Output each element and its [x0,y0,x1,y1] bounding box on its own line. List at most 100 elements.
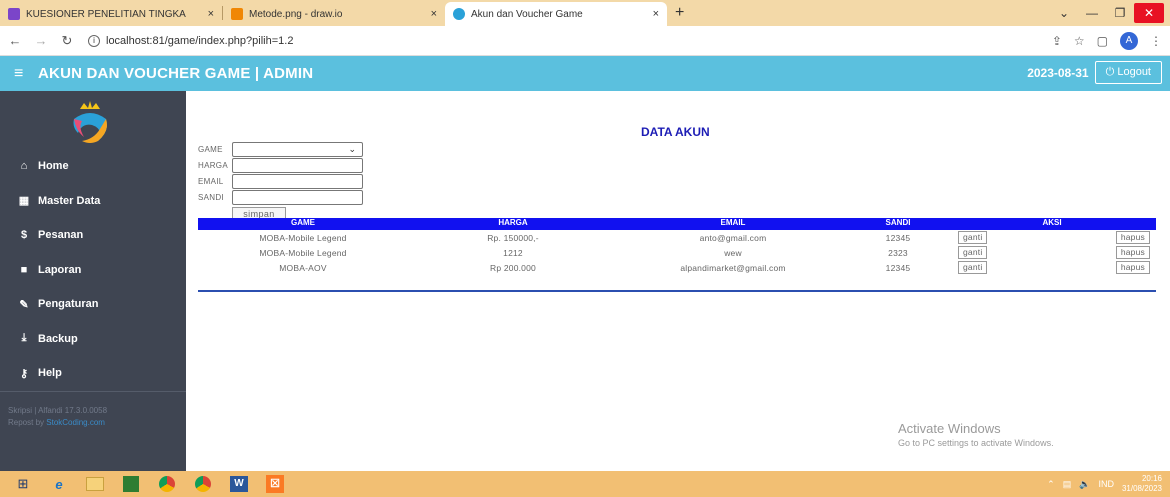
sidebar-item-label: Pengaturan [38,298,99,311]
xampp-icon[interactable]: ☒ [262,473,288,495]
language-indicator[interactable]: IND [1098,479,1114,489]
table-row: MOBA-Mobile Legend Rp. 150000,- anto@gma… [198,230,1156,245]
tab-title: Akun dan Voucher Game [471,8,583,20]
game-label: GAME [198,144,223,154]
new-tab-button[interactable]: + [675,2,684,26]
wrench-icon: ✎ [19,298,29,311]
sidebar-item-home[interactable]: ⌂ Home [0,149,186,184]
harga-input[interactable] [232,157,363,173]
sidebar-item-label: Backup [38,332,78,345]
key-icon: ⚷ [19,367,29,380]
cell-game: MOBA-AOV [279,262,327,273]
sidebar-item-pengaturan[interactable]: ✎ Pengaturan [0,287,186,322]
network-icon[interactable]: ▤ [1063,479,1072,490]
cell-harga: Rp 200.000 [490,262,536,273]
akun-form: GAME ⌄ HARGA EMAIL SANDI simpan [198,141,363,222]
ganti-button[interactable]: ganti [958,246,988,259]
chevron-down-icon: ⌄ [348,143,356,154]
hapus-button[interactable]: hapus [1115,261,1150,274]
reload-icon[interactable]: ↻ [56,33,78,49]
sidebar-divider [0,391,186,392]
taskbar: ⊞ e W ☒ ⌃ ▤ 🔈 IND 20:16 31/08/2023 [0,471,1170,497]
close-tab-icon[interactable]: × [653,8,659,20]
file-explorer-icon[interactable] [82,473,108,495]
ganti-button[interactable]: ganti [958,231,988,244]
sidebar: ⌂ Home ▦ Master Data $ Pesanan ■ Laporan… [0,91,186,471]
sidebar-item-pesanan[interactable]: $ Pesanan [0,218,186,253]
profile-avatar[interactable]: A [1120,32,1138,50]
tab-drawio[interactable]: Metode.png - draw.io × [223,2,445,26]
clock[interactable]: 20:16 31/08/2023 [1122,474,1162,494]
cell-email: alpandimarket@gmail.com [680,262,786,273]
app-header: ≡ AKUN DAN VOUCHER GAME | ADMIN 2023-08-… [0,56,1170,91]
sidepanel-icon[interactable]: ▢ [1097,34,1108,48]
email-input[interactable] [232,173,363,189]
tab-title: Metode.png - draw.io [249,8,343,20]
sandi-input[interactable] [232,189,363,205]
hapus-button[interactable]: hapus [1115,246,1150,259]
address-bar: ← → ↻ i localhost:81/game/index.php?pili… [0,26,1170,56]
url-field[interactable]: i localhost:81/game/index.php?pilih=1.2 [88,34,294,47]
close-tab-icon[interactable]: × [431,8,437,20]
sidebar-item-help[interactable]: ⚷ Help [0,356,186,391]
cell-sandi: 12345 [885,232,911,243]
window-controls: ⌄ — ❐ ✕ [1050,0,1170,26]
info-icon[interactable]: i [88,34,100,47]
maximize-icon[interactable]: ❐ [1106,6,1134,20]
home-icon: ⌂ [20,160,28,173]
system-tray: ⌃ ▤ 🔈 IND 20:16 31/08/2023 [1047,471,1162,497]
windows-start-icon[interactable]: ⊞ [10,473,36,495]
back-icon[interactable]: ← [4,33,26,48]
tab-title: KUESIONER PENELITIAN TINGKA [26,8,186,20]
cell-sandi: 12345 [885,262,911,273]
chrome-icon[interactable] [154,473,180,495]
clock-time: 20:16 [1141,474,1162,483]
logout-button[interactable]: ⏻ Logout [1094,61,1162,84]
sidebar-menu: ⌂ Home ▦ Master Data $ Pesanan ■ Laporan… [0,149,186,391]
ganti-button[interactable]: ganti [958,261,988,274]
sandi-label: SANDI [198,192,224,202]
header-right: 2023-08-31 ⏻ Logout [1027,61,1162,84]
share-icon[interactable]: ⇪ [1052,34,1062,48]
close-window-icon[interactable]: ✕ [1134,3,1164,23]
chevron-down-icon[interactable]: ⌄ [1050,6,1078,20]
col-harga: HARGA [498,218,528,227]
footer-repost: Repost by StokCoding.com [8,417,107,429]
cell-email: wew [724,247,742,258]
internet-explorer-icon[interactable]: e [46,473,72,495]
hapus-button[interactable]: hapus [1115,231,1150,244]
forward-icon[interactable]: → [30,33,52,48]
sidebar-item-laporan[interactable]: ■ Laporan [0,253,186,288]
bookmark-star-icon[interactable]: ☆ [1074,34,1085,48]
sidebar-item-backup[interactable]: ⤓ Backup [0,322,186,357]
tray-chevron-icon[interactable]: ⌃ [1047,479,1055,490]
browser-actions: ⇪ ☆ ▢ A ⋮ [1052,26,1162,56]
forms-icon [8,8,20,20]
close-tab-icon[interactable]: × [208,8,214,20]
chrome-icon[interactable] [190,473,216,495]
minimize-icon[interactable]: — [1078,6,1106,20]
store-icon[interactable] [118,473,144,495]
table-header: GAME HARGA EMAIL SANDI AKSI [198,218,1156,230]
col-email: EMAIL [720,218,746,227]
game-select[interactable]: ⌄ [232,141,363,157]
tab-akun-voucher[interactable]: Akun dan Voucher Game × [445,2,667,26]
footer-link[interactable]: StokCoding.com [46,418,105,427]
hamburger-menu-icon[interactable]: ≡ [14,65,28,83]
url-text: localhost:81/game/index.php?pilih=1.2 [106,34,294,47]
form-row-game: GAME ⌄ [198,141,363,157]
watermark-title: Activate Windows [898,421,1001,436]
tab-kuesioner[interactable]: KUESIONER PENELITIAN TINGKA × [0,2,222,26]
grid-icon: ▦ [18,195,30,208]
menu-dots-icon[interactable]: ⋮ [1150,34,1162,48]
browser-tab-bar: KUESIONER PENELITIAN TINGKA × Metode.png… [0,0,1170,26]
volume-icon[interactable]: 🔈 [1079,479,1090,490]
app-logo-icon [73,101,107,143]
word-icon[interactable]: W [226,473,252,495]
sidebar-item-master-data[interactable]: ▦ Master Data [0,184,186,219]
col-sandi: SANDI [885,218,911,227]
cell-harga: Rp. 150000,- [487,232,539,243]
clock-date: 31/08/2023 [1121,484,1162,493]
sidebar-item-label: Pesanan [38,229,84,242]
main-content: DATA AKUN GAME ⌄ HARGA EMAIL SANDI simpa… [186,91,1170,471]
